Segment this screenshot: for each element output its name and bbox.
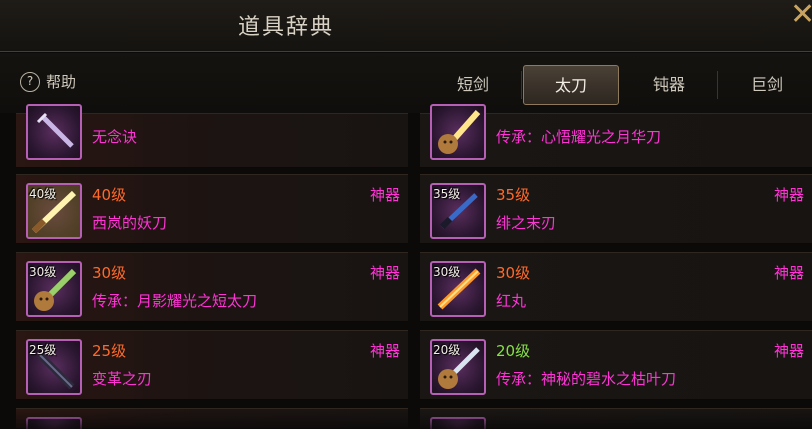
item-card[interactable]: 35级 35级 神器 绯之末刃: [420, 174, 812, 244]
item-name: 西岚的妖刀: [92, 214, 168, 232]
item-card[interactable]: 30级 30级 神器 红丸: [420, 252, 812, 322]
item-tier: 神器: [369, 342, 400, 360]
item-name: 无念诀: [92, 128, 138, 146]
item-card[interactable]: [16, 408, 408, 429]
item-name: 传承：月影耀光之短太刀: [92, 292, 258, 310]
toolbar: ? 帮助 短剑 太刀 钝器 巨剑: [0, 53, 812, 113]
item-level: 35级: [496, 186, 531, 204]
item-tier: 神器: [369, 186, 400, 204]
item-card[interactable]: 30级 30级 神器 传承：月影耀光之短太刀: [16, 252, 408, 322]
level-tag: 25级: [29, 343, 57, 357]
green-blade-mascot-icon: 30级: [26, 261, 82, 317]
item-card[interactable]: 25级 25级 神器 变革之刃: [16, 330, 408, 400]
item-tier: 神器: [369, 264, 400, 282]
item-card[interactable]: 传承：心悟耀光之月华刀: [420, 104, 812, 168]
item-card[interactable]: 40级 40级 神器 西岚的妖刀: [16, 174, 408, 244]
item-level: 30级: [496, 264, 531, 282]
item-level: 25级: [92, 342, 127, 360]
item-card[interactable]: [420, 408, 812, 429]
item-tier: 神器: [773, 264, 804, 282]
title-bar: 道具辞典 ✕: [0, 0, 812, 52]
item-icon: [430, 417, 486, 429]
item-name: 传承：神秘的碧水之枯叶刀: [496, 370, 677, 388]
item-level: 40级: [92, 186, 127, 204]
silver-blade-mascot-icon: 20级: [430, 339, 486, 395]
tab-divider: [521, 71, 522, 99]
help-icon: ?: [20, 71, 40, 92]
flame-blade-icon: 30级: [430, 261, 486, 317]
item-level: 30级: [92, 264, 127, 282]
level-tag: 20级: [433, 343, 461, 357]
glowing-gold-blade-icon: 40级: [26, 183, 82, 239]
tab-divider: [717, 71, 718, 99]
purple-blade-icon: [26, 104, 82, 160]
item-level: 20级: [496, 342, 531, 360]
level-tag: 30级: [433, 265, 461, 279]
item-card[interactable]: 无念诀: [16, 104, 408, 168]
tab-blunt[interactable]: 钝器: [621, 65, 717, 105]
tab-short-sword[interactable]: 短剑: [425, 65, 521, 105]
item-icon: [26, 417, 82, 429]
blue-katana-icon: 35级: [430, 183, 486, 239]
help-label: 帮助: [46, 73, 77, 91]
item-tier: 神器: [773, 342, 804, 360]
tab-greatsword[interactable]: 巨剑: [719, 65, 812, 105]
close-icon[interactable]: ✕: [790, 0, 812, 36]
dark-blade-icon: 25级: [26, 339, 82, 395]
item-name: 变革之刃: [92, 370, 153, 388]
item-tier: 神器: [773, 186, 804, 204]
level-tag: 40级: [29, 187, 57, 201]
golden-blade-mascot-icon: [430, 104, 486, 160]
help-button[interactable]: ? 帮助: [20, 71, 76, 92]
item-name: 传承：心悟耀光之月华刀: [496, 128, 662, 146]
tab-katana[interactable]: 太刀: [523, 65, 619, 105]
item-name: 红丸: [496, 292, 527, 310]
level-tag: 35级: [433, 187, 461, 201]
page-title: 道具辞典: [238, 15, 335, 40]
level-tag: 30级: [29, 265, 57, 279]
item-card[interactable]: 20级 20级 神器 传承：神秘的碧水之枯叶刀: [420, 330, 812, 400]
item-name: 绯之末刃: [496, 214, 557, 232]
